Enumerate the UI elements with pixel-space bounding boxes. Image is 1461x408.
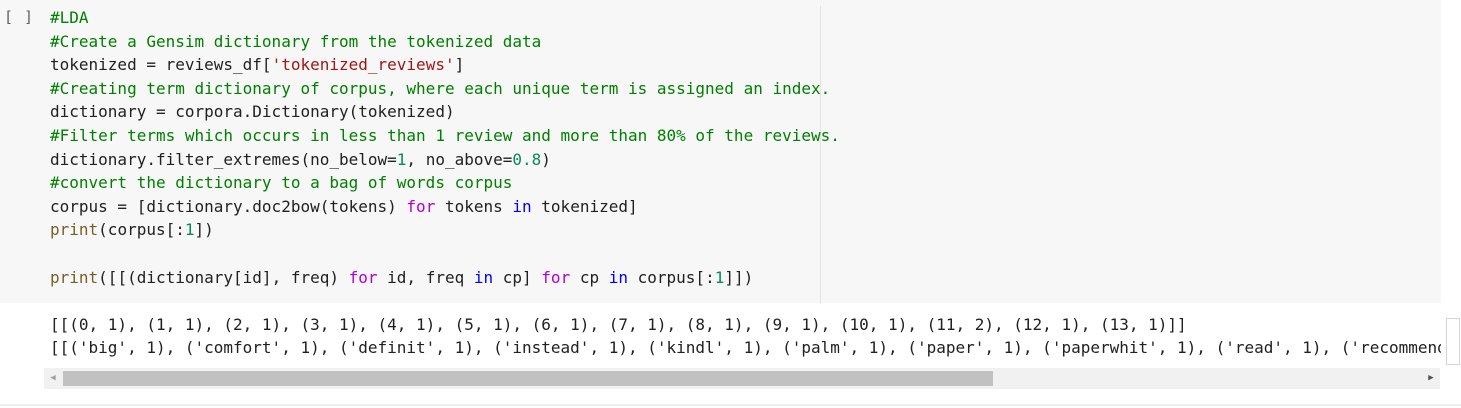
code-editor[interactable]: #LDA #Create a Gensim dictionary from th…: [0, 0, 1441, 303]
scroll-right-icon[interactable]: ▶: [1424, 368, 1438, 389]
code-token: , no_above=: [406, 149, 513, 169]
output-line: [[(0, 1), (1, 1), (2, 1), (3, 1), (4, 1)…: [50, 315, 1187, 334]
code-token: tokenized]: [531, 196, 638, 216]
code-token: tokens: [435, 196, 513, 216]
code-token: id, freq: [377, 267, 474, 287]
code-token: cp]: [493, 267, 542, 287]
code-token: dictionary.filter_extremes(no_below=: [50, 149, 397, 169]
code-number: 1: [396, 149, 407, 169]
output-line: [[('big', 1), ('comfort', 1), ('definit'…: [50, 338, 1441, 357]
code-string: 'tokenized_reviews': [271, 55, 455, 75]
run-cell-button[interactable]: [ ]: [4, 8, 34, 26]
code-token: dictionary = corpora.Dictionary(tokenize…: [50, 102, 455, 122]
code-keyword: for: [348, 267, 378, 287]
code-token: (corpus[:: [98, 220, 185, 240]
divider: [0, 404, 1461, 406]
code-token: corpus[:: [628, 267, 715, 287]
code-token: ): [541, 149, 551, 169]
code-comment: #LDA: [50, 8, 89, 27]
code-keyword: in: [473, 267, 494, 287]
scroll-left-icon[interactable]: ◀: [46, 368, 60, 389]
code-comment: #Creating term dictionary of corpus, whe…: [50, 78, 831, 98]
code-token: ]: [454, 55, 465, 75]
code-cell[interactable]: #LDA #Create a Gensim dictionary from th…: [0, 0, 1461, 408]
code-number: 0.8: [512, 149, 542, 169]
code-token: corpus = [dictionary.doc2bow(tokens): [50, 196, 407, 216]
code-number: 1: [184, 220, 195, 240]
code-number: 1: [714, 267, 725, 287]
code-keyword: in: [512, 196, 532, 216]
code-comment: #Create a Gensim dictionary from the tok…: [50, 31, 542, 51]
code-token: ([[(dictionary[id], freq): [98, 267, 349, 287]
code-builtin: print: [50, 220, 99, 240]
code-token: cp: [570, 267, 609, 287]
code-builtin: print: [50, 267, 99, 287]
code-token: tokenized = reviews_df[: [50, 55, 272, 75]
code-token: ]]): [724, 267, 754, 287]
code-comment: #convert the dictionary to a bag of word…: [50, 173, 513, 193]
horizontal-scrollbar[interactable]: ◀ ▶: [44, 368, 1440, 389]
vertical-scrollbar-thumb[interactable]: [1446, 318, 1460, 365]
output-text: [[(0, 1), (1, 1), (2, 1), (3, 1), (4, 1)…: [50, 313, 1441, 359]
code-keyword: in: [608, 267, 628, 287]
code-comment: #Filter terms which occurs in less than …: [50, 125, 840, 145]
code-text[interactable]: #LDA #Create a Gensim dictionary from th…: [50, 6, 840, 289]
code-keyword: for: [541, 267, 571, 287]
code-keyword: for: [406, 196, 436, 216]
code-token: ]): [194, 220, 214, 240]
scrollbar-thumb[interactable]: [63, 371, 993, 386]
cell-output: [[(0, 1), (1, 1), (2, 1), (3, 1), (4, 1)…: [0, 303, 1461, 408]
